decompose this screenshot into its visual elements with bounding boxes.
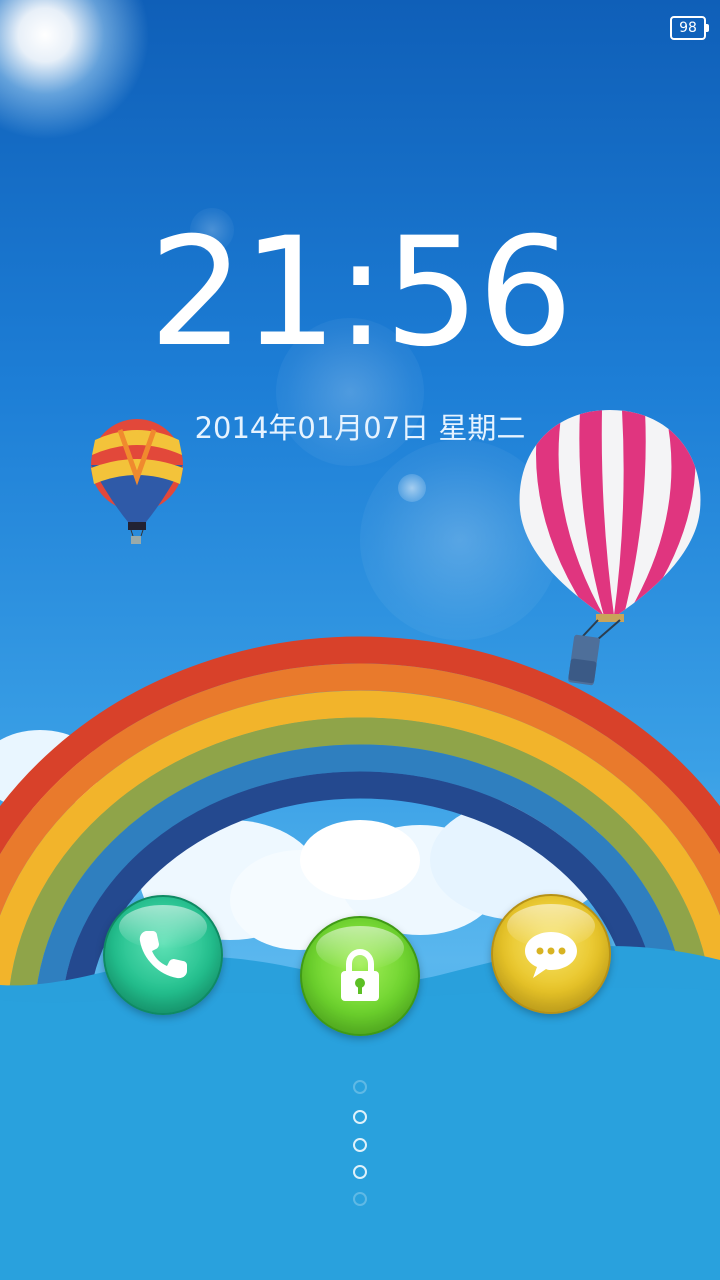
unlock-button[interactable]	[300, 916, 420, 1036]
battery-icon: 98	[670, 16, 709, 40]
phone-shortcut-button[interactable]	[103, 895, 223, 1015]
swipe-dot	[353, 1192, 367, 1206]
battery-level: 98	[679, 20, 697, 36]
swipe-dot	[353, 1138, 367, 1152]
lockscreen: 98 21:56 2014年01月07日 星期二	[0, 0, 720, 1280]
lock-icon	[341, 948, 379, 1001]
striped-hot-air-balloon	[519, 410, 701, 686]
swipe-indicator[interactable]	[350, 1080, 370, 1210]
messages-shortcut-button[interactable]	[491, 894, 611, 1014]
swipe-dot	[353, 1080, 367, 1094]
lockscreen-date: 2014年01月07日 星期二	[194, 411, 526, 445]
swipe-dot	[353, 1165, 367, 1179]
lockscreen-time: 21:56	[148, 206, 573, 380]
swipe-dot	[353, 1110, 367, 1124]
phone-icon	[139, 931, 187, 979]
message-bubble-icon	[525, 932, 577, 978]
